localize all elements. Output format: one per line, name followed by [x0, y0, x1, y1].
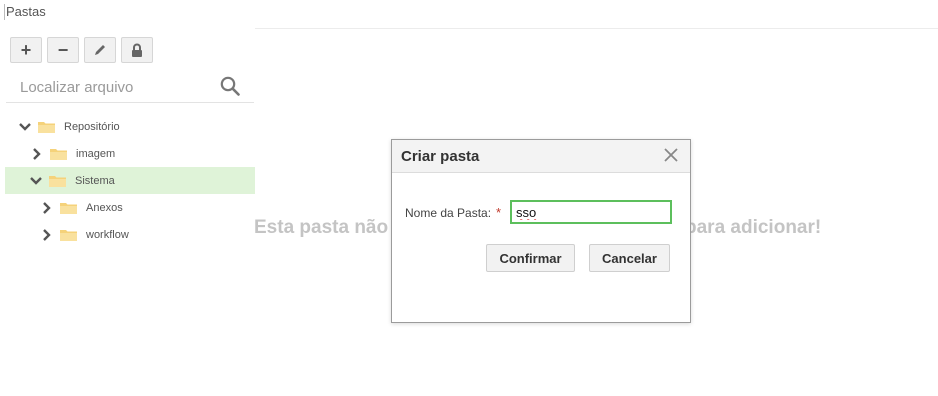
search-input[interactable]	[20, 77, 210, 97]
tree-node-anexos[interactable]: Anexos	[0, 194, 255, 221]
tree-node-workflow[interactable]: workflow	[0, 221, 255, 248]
folder-open-icon	[38, 121, 55, 133]
folder-name-label: Nome da Pasta:	[405, 206, 492, 220]
create-folder-dialog: Criar pasta Nome da Pasta: * Confirmar C…	[391, 139, 691, 323]
dialog-title: Criar pasta	[401, 148, 480, 165]
folder-toolbar: + −	[10, 37, 153, 63]
folder-icon	[60, 202, 77, 214]
folder-open-icon	[49, 175, 66, 187]
add-folder-button[interactable]: +	[10, 37, 42, 63]
plus-icon: +	[20, 39, 32, 60]
folder-icon	[50, 148, 67, 160]
chevron-right-icon[interactable]	[30, 147, 44, 161]
tree-node-imagem[interactable]: imagem	[0, 140, 255, 167]
tree-node-label: Repositório	[64, 120, 120, 133]
divider	[255, 28, 938, 29]
folder-tree: Repositório imagem Sistema Anexos workfl…	[0, 113, 255, 248]
remove-folder-button[interactable]: −	[47, 37, 79, 63]
tree-node-sistema[interactable]: Sistema	[5, 167, 255, 194]
empty-message-right: para adicionar!	[685, 217, 822, 238]
folder-name-input[interactable]	[510, 200, 672, 224]
pencil-icon	[95, 45, 105, 55]
chevron-right-icon[interactable]	[40, 228, 54, 242]
empty-folder-message: Esta pasta não para adicionar!	[254, 217, 821, 239]
empty-message-left: Esta pasta não	[254, 217, 389, 238]
panel-title: Pastas	[4, 4, 46, 20]
folder-icon	[60, 229, 77, 241]
tree-node-label: workflow	[86, 228, 129, 241]
minus-icon: −	[57, 39, 69, 60]
search-icon[interactable]	[220, 76, 240, 96]
tree-node-label: imagem	[76, 147, 116, 160]
cancel-button[interactable]: Cancelar	[589, 244, 670, 272]
lock-icon	[132, 43, 142, 57]
chevron-right-icon[interactable]	[40, 201, 54, 215]
search-box	[6, 72, 254, 103]
chevron-down-icon[interactable]	[18, 120, 32, 134]
tree-node-repositorio[interactable]: Repositório	[0, 113, 255, 140]
chevron-down-icon[interactable]	[29, 174, 43, 188]
rename-folder-button[interactable]	[84, 37, 116, 63]
tree-node-label: Anexos	[86, 201, 123, 214]
close-icon[interactable]	[663, 147, 679, 163]
permissions-button[interactable]	[121, 37, 153, 63]
tree-node-label: Sistema	[75, 174, 115, 187]
confirm-button[interactable]: Confirmar	[486, 244, 575, 272]
dialog-header: Criar pasta	[392, 140, 690, 173]
required-marker: *	[496, 205, 502, 220]
